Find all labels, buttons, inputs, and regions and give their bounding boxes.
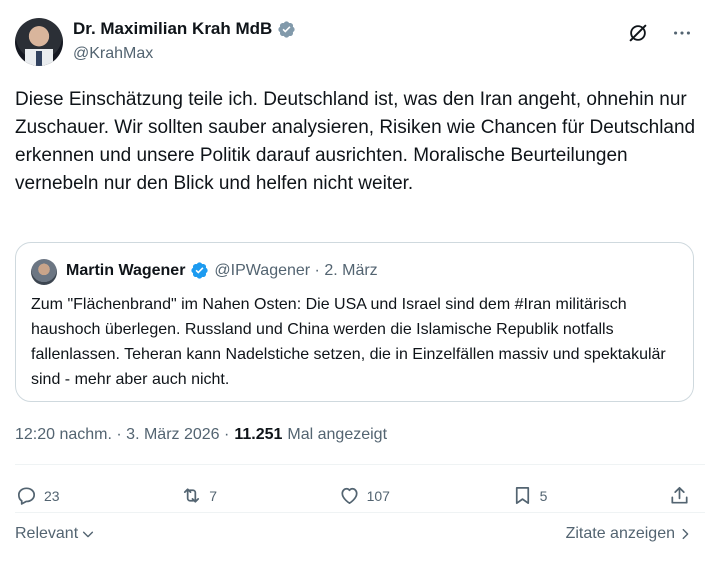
author-avatar[interactable] xyxy=(15,18,63,66)
chevron-down-icon xyxy=(83,531,94,538)
bookmark-count: 5 xyxy=(539,487,548,504)
divider xyxy=(15,512,705,513)
quote-meta[interactable]: @IPWagener · 2. März xyxy=(214,262,377,280)
view-count-label: Mal angezeigt xyxy=(287,426,388,443)
timestamp[interactable]: 12:20 nachm. · 3. März 2026 · xyxy=(15,426,229,444)
reply-count: 23 xyxy=(44,487,60,504)
reply-icon xyxy=(17,487,36,505)
action-bar: 23 7 107 5 xyxy=(15,484,691,507)
verified-badge-icon[interactable] xyxy=(277,20,296,39)
quote-text: Zum "Flächenbrand" im Nahen Osten: Die U… xyxy=(31,296,666,388)
share-button[interactable] xyxy=(668,484,691,507)
quote-author-avatar[interactable] xyxy=(31,259,57,285)
reply-button[interactable]: 23 xyxy=(15,484,60,507)
sort-dropdown[interactable]: Relevant xyxy=(15,525,95,543)
like-count: 107 xyxy=(366,487,390,504)
bookmark-button[interactable]: 5 xyxy=(511,484,548,507)
repost-button[interactable]: 7 xyxy=(180,484,217,507)
author-handle[interactable]: @KrahMax xyxy=(73,45,153,63)
quote-verified-badge-icon xyxy=(191,262,209,279)
more-icon[interactable] xyxy=(671,22,693,44)
sort-label: Relevant xyxy=(15,525,79,542)
tweet-timestamp-row: 12:20 nachm. · 3. März 2026 · 11.251 Mal… xyxy=(15,426,387,444)
tweet-text: Diese Einschätzung teile ich. Deutschlan… xyxy=(15,89,696,194)
divider xyxy=(15,464,705,465)
top-actions xyxy=(627,22,693,44)
like-button[interactable]: 107 xyxy=(338,484,390,507)
view-quotes-link[interactable]: Zitate anzeigen xyxy=(566,525,692,543)
chevron-right-icon xyxy=(682,528,689,540)
quote-header: Martin Wagener @IPWagener · 2. März xyxy=(66,261,378,280)
bookmark-icon xyxy=(515,486,529,505)
avatar-tie xyxy=(36,51,42,66)
quote-author-name[interactable]: Martin Wagener xyxy=(66,262,185,280)
share-icon xyxy=(671,486,688,504)
grok-icon[interactable] xyxy=(627,22,649,44)
author-name-row[interactable]: Dr. Maximilian Krah MdB xyxy=(73,19,296,39)
repost-icon xyxy=(184,488,200,503)
view-count: 11.251 xyxy=(234,426,283,443)
repost-count: 7 xyxy=(209,487,217,504)
view-quotes-label: Zitate anzeigen xyxy=(565,525,675,542)
heart-icon xyxy=(341,487,358,505)
author-name[interactable]: Dr. Maximilian Krah MdB xyxy=(73,19,272,39)
replies-footer: Relevant Zitate anzeigen xyxy=(15,525,692,543)
quoted-tweet[interactable]: Martin Wagener @IPWagener · 2. März Zum … xyxy=(15,242,694,402)
